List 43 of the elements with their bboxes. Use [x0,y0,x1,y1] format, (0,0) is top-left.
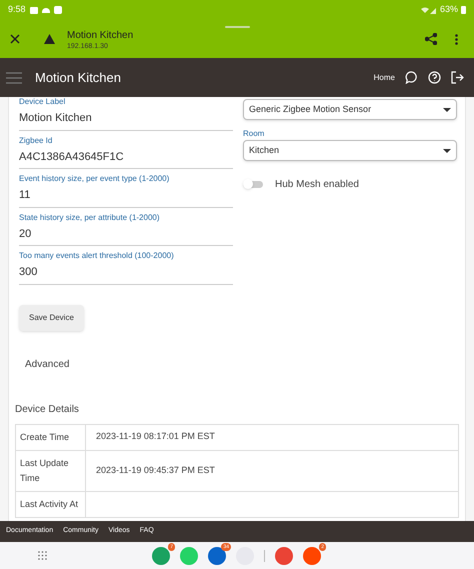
more-icon[interactable] [455,34,458,44]
field-label: Zigbee Id [19,136,54,146]
field-label: State history size, per attribute (1-2000) [19,212,161,222]
table-cell: Last Activity At [16,491,86,517]
input-field[interactable]: 11 [19,184,233,208]
logout-icon[interactable] [451,71,464,84]
advanced-section[interactable]: Advanced [25,356,459,372]
field-label: Event history size, per event type (1-2000) [19,174,170,184]
chat-icon[interactable] [405,71,418,84]
field-label: Too many events alert threshold (100-2000) [19,251,175,261]
cloud-icon [42,8,50,12]
input-field[interactable]: 20 [19,222,233,246]
signal-icon [420,6,437,14]
menu-icon[interactable] [6,72,22,84]
save-button[interactable]: Save Device [19,304,84,330]
table-cell: Create Time [16,424,86,450]
close-icon[interactable] [10,34,20,44]
table-cell: 2023-11-19 09:45:37 PM EST [86,450,458,491]
field-label: Room [243,128,266,140]
field-label: Device Label [19,97,66,107]
select-field[interactable]: Kitchen [243,140,457,161]
share-icon[interactable] [425,33,437,45]
battery-level: 63% [440,3,458,16]
caret-icon [443,148,451,152]
caret-icon [443,108,451,112]
input-field[interactable]: 300 [19,261,233,284]
toggle-switch[interactable] [243,181,263,188]
home-link[interactable]: Home [374,72,395,84]
input-field[interactable]: Motion Kitchen [19,107,233,130]
drag-handle[interactable] [225,26,250,28]
toggle-label: Hub Mesh enabled [275,178,359,192]
clock: 9:58 [8,3,26,16]
table-cell: Last Update Time [16,450,86,491]
warning-icon [44,34,55,44]
header-title: Motion Kitchen [35,68,121,87]
page-title: Motion Kitchen [67,30,134,42]
apps-grid-icon[interactable] [38,551,47,560]
battery-icon [461,6,466,14]
table-cell: 2023-11-19 08:17:01 PM EST [86,424,458,450]
select-field[interactable]: Generic Zigbee Motion Sensor [243,99,457,120]
input-field[interactable]: A4C1386A43645F1C [19,146,233,169]
section-title: Device Details [15,402,80,416]
help-icon[interactable] [428,71,441,84]
